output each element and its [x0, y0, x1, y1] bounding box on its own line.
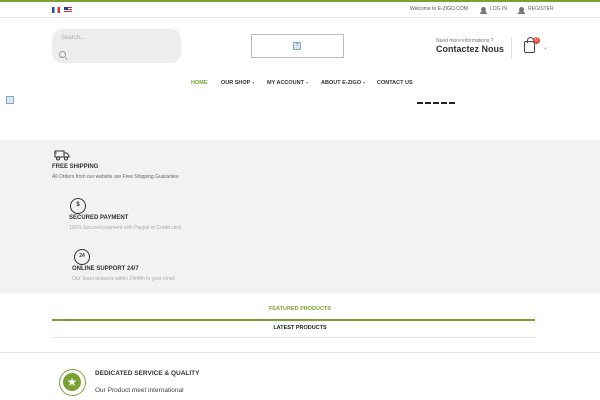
feature-title: ONLINE SUPPORT 24/7	[72, 266, 139, 272]
chevron-down-icon: ▾	[251, 80, 255, 85]
feature-title: SECURED PAYMENT	[69, 215, 129, 221]
site-logo[interactable]: ?	[251, 34, 344, 58]
us-flag-icon[interactable]	[64, 7, 72, 13]
nav-item-home[interactable]: HOME	[191, 80, 208, 86]
chevron-down-icon: ▾	[304, 80, 309, 85]
search-box[interactable]: Search...	[52, 29, 181, 63]
tab-active-underline	[52, 319, 535, 321]
login-label: LOG IN	[490, 6, 507, 12]
top-bar: Welcome to E-ZIGO.COM LOG IN REGISTER	[0, 0, 600, 18]
broken-image-icon: ?	[293, 42, 301, 50]
add-user-icon	[518, 6, 525, 14]
nav-item-contact[interactable]: CONTACT US	[377, 80, 413, 86]
nav-item-our-shop[interactable]: OUR SHOP ▾	[221, 80, 254, 86]
feature-text: 100% Secured payment with Paypal or Cred…	[69, 225, 182, 231]
tab-featured-products[interactable]: FEATURED PRODUCTS	[0, 306, 600, 312]
user-icon	[480, 6, 487, 14]
feature-text: All Orders from our website are Free Shi…	[52, 174, 179, 180]
dollar-icon: $	[70, 198, 86, 214]
main-nav: HOME OUR SHOP ▾ MY ACCOUNT ▾ ABOUT E-ZIG…	[0, 78, 600, 90]
register-link[interactable]: REGISTER	[518, 6, 554, 14]
truck-icon	[54, 150, 70, 161]
divider	[0, 352, 600, 353]
support-24-icon: 24	[74, 249, 90, 265]
chevron-down-icon[interactable]: ⌄	[543, 44, 548, 51]
tab-latest-products[interactable]: LATEST PRODUCTS	[0, 325, 600, 331]
feature-title: FREE SHIPPING	[52, 164, 99, 170]
feature-text: Our Team answers within 24/48h to your e…	[72, 276, 175, 282]
nav-item-my-account[interactable]: MY ACCOUNT ▾	[267, 80, 308, 86]
login-link[interactable]: LOG IN	[480, 6, 507, 14]
cart-button[interactable]: 0	[511, 37, 541, 59]
divider	[52, 337, 535, 338]
loading-indicator	[417, 102, 455, 104]
broken-image-icon	[6, 96, 14, 104]
features-band: FREE SHIPPING All Orders from our websit…	[0, 140, 600, 293]
service-title: DEDICATED SERVICE & QUALITY	[95, 370, 200, 377]
chevron-down-icon: ▾	[362, 80, 366, 85]
welcome-text: Welcome to E-ZIGO.COM	[410, 6, 468, 12]
contact-link[interactable]: Contactez Nous	[436, 44, 504, 54]
star-icon: ★	[59, 369, 86, 396]
cart-count-badge: 0	[533, 37, 540, 44]
service-text: Our Product meet international	[95, 387, 184, 394]
nav-item-about[interactable]: ABOUT E-ZIGO ▾	[321, 80, 365, 86]
register-label: REGISTER	[528, 6, 554, 12]
search-icon[interactable]	[59, 51, 66, 58]
search-input[interactable]: Search...	[61, 35, 85, 41]
french-flag-icon[interactable]	[52, 7, 60, 13]
